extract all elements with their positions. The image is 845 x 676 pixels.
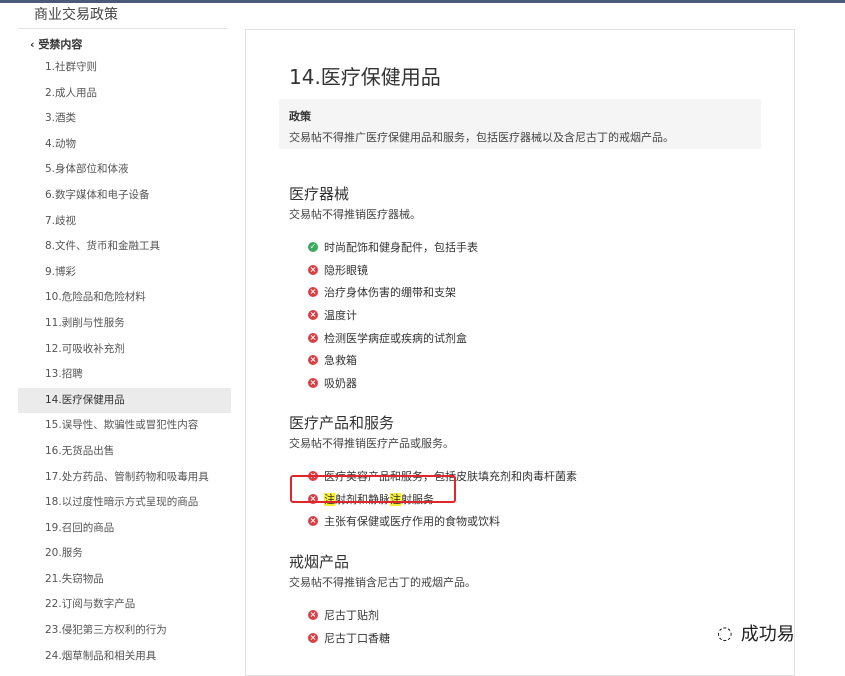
- sidebar-list: 1.社群守则 2.成人用品 3.酒类 4.动物 5.身体部位和体液 6.数字媒体…: [18, 55, 231, 669]
- sidebar-item[interactable]: 5.身体部位和体液: [18, 157, 231, 183]
- sidebar-item[interactable]: 3.酒类: [18, 106, 231, 132]
- sidebar-item[interactable]: 17.处方药品、管制药物和吸毒用具: [18, 465, 231, 491]
- section-medical-devices: 医疗器械 交易帖不得推销医疗器械。 ✓ 时尚配饰和健身配件，包括手表 × 隐形眼镜 …: [289, 183, 478, 394]
- annotation-box: [290, 475, 456, 503]
- item-text: 时尚配饰和健身配件，包括手表: [324, 241, 478, 255]
- x-circle-icon: ×: [308, 310, 318, 321]
- list-item: ✓ 时尚配饰和健身配件，包括手表: [289, 236, 478, 259]
- title-divider: [18, 28, 228, 29]
- sidebar-item[interactable]: 19.召回的商品: [18, 516, 231, 542]
- x-circle-icon: ×: [308, 516, 318, 527]
- sidebar: ‹ 受禁内容 1.社群守则 2.成人用品 3.酒类 4.动物 5.身体部位和体液…: [18, 30, 231, 670]
- list-item: × 检测医学病症或疾病的试剂盒: [289, 326, 478, 349]
- section-title: 医疗产品和服务: [289, 414, 395, 432]
- list-item: × 主张有保健或医疗作用的食物或饮料: [289, 510, 577, 533]
- item-text: 尼古丁贴剂: [324, 609, 379, 623]
- sidebar-item[interactable]: 12.可吸收补充剂: [18, 337, 231, 363]
- item-text: 尼古丁口香糖: [324, 631, 390, 645]
- x-circle-icon: ×: [308, 632, 318, 643]
- list-item: × 尼古丁贴剂: [289, 604, 476, 627]
- x-circle-icon: ×: [308, 355, 318, 366]
- x-circle-icon: ×: [308, 610, 318, 621]
- window-top-bar: [0, 0, 845, 3]
- list-item: × 吸奶器: [289, 372, 478, 395]
- section-medical-products: 医疗产品和服务 交易帖不得推销医疗产品或服务。 × 医疗美容产品和服务，包括皮肤填…: [289, 412, 577, 533]
- check-circle-icon: ✓: [308, 242, 318, 253]
- sidebar-item[interactable]: 2.成人用品: [18, 81, 231, 107]
- policy-label: 政策: [289, 110, 311, 123]
- sidebar-item[interactable]: 13.招聘: [18, 362, 231, 388]
- item-text: 急救箱: [324, 354, 357, 368]
- sidebar-item[interactable]: 7.歧视: [18, 209, 231, 235]
- back-link[interactable]: ‹ 受禁内容: [30, 36, 82, 52]
- page-title: 商业交易政策: [34, 7, 118, 23]
- item-text: 检测医学病症或疾病的试剂盒: [324, 331, 467, 345]
- policy-box: 政策 交易帖不得推广医疗保健用品和服务，包括医疗器械以及含尼古丁的戒烟产品。: [279, 99, 761, 149]
- watermark-text: 成功易: [740, 624, 795, 645]
- sidebar-item[interactable]: 22.订阅与数字产品: [18, 592, 231, 618]
- sidebar-item[interactable]: 9.博彩: [18, 260, 231, 286]
- list-item: × 急救箱: [289, 349, 478, 372]
- policy-text: 交易帖不得推广医疗保健用品和服务，包括医疗器械以及含尼古丁的戒烟产品。: [289, 131, 674, 144]
- sidebar-item[interactable]: 18.以过度性暗示方式呈现的商品: [18, 490, 231, 516]
- item-text: 主张有保健或医疗作用的食物或饮料: [324, 515, 500, 529]
- x-circle-icon: ×: [308, 287, 318, 298]
- x-circle-icon: ×: [308, 332, 318, 343]
- sidebar-item[interactable]: 8.文件、货币和金融工具: [18, 234, 231, 260]
- content-panel: 14.医疗保健用品 政策 交易帖不得推广医疗保健用品和服务，包括医疗器械以及含尼…: [245, 29, 795, 676]
- list-item: × 尼古丁口香糖: [289, 627, 476, 650]
- sidebar-item[interactable]: 11.剥削与性服务: [18, 311, 231, 337]
- sidebar-item[interactable]: 10.危险品和危险材料: [18, 285, 231, 311]
- sidebar-item[interactable]: 6.数字媒体和电子设备: [18, 183, 231, 209]
- sidebar-item-active[interactable]: 14.医疗保健用品: [18, 387, 231, 414]
- sidebar-item[interactable]: 23.侵犯第三方权利的行为: [18, 618, 231, 644]
- section-title: 戒烟产品: [289, 553, 350, 571]
- x-circle-icon: ×: [308, 377, 318, 388]
- sidebar-item[interactable]: 15.误导性、欺骗性或冒犯性内容: [18, 413, 231, 439]
- section-title: 医疗器械: [289, 185, 350, 203]
- item-text: 隐形眼镜: [324, 263, 368, 277]
- sidebar-item[interactable]: 20.服务: [18, 541, 231, 567]
- section-desc: 交易帖不得推销医疗器械。: [289, 208, 421, 221]
- item-text: 治疗身体伤害的绷带和支架: [324, 286, 456, 300]
- sidebar-item[interactable]: 21.失窃物品: [18, 567, 231, 593]
- list-item: × 温度计: [289, 304, 478, 327]
- sidebar-item[interactable]: 24.烟草制品和相关用具: [18, 644, 231, 670]
- content-title: 14.医疗保健用品: [289, 65, 441, 89]
- sidebar-item[interactable]: 16.无货品出售: [18, 439, 231, 465]
- list-item: × 治疗身体伤害的绷带和支架: [289, 281, 478, 304]
- x-circle-icon: ×: [308, 264, 318, 275]
- sidebar-item[interactable]: 4.动物: [18, 132, 231, 158]
- section-smoking-cessation: 戒烟产品 交易帖不得推销含尼古丁的戒烟产品。 × 尼古丁贴剂 × 尼古丁口香糖: [289, 551, 476, 649]
- item-text: 吸奶器: [324, 376, 357, 390]
- watermark: ◌ 成功易: [717, 620, 795, 646]
- list-item: × 隐形眼镜: [289, 259, 478, 282]
- wechat-icon: ◌: [717, 622, 733, 644]
- sidebar-item[interactable]: 1.社群守则: [18, 55, 231, 81]
- section-desc: 交易帖不得推销医疗产品或服务。: [289, 437, 454, 450]
- item-text: 温度计: [324, 309, 357, 323]
- section-desc: 交易帖不得推销含尼古丁的戒烟产品。: [289, 576, 476, 589]
